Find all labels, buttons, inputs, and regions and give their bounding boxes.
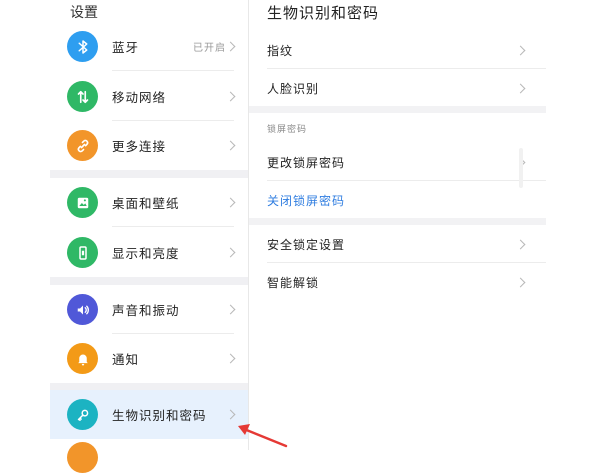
settings-item-desktop-wallpaper[interactable]: 桌面和壁纸	[50, 178, 248, 227]
settings-item-label: 声音和振动	[112, 303, 180, 318]
chevron-right-icon	[225, 140, 236, 151]
chevron-right-icon	[515, 45, 526, 55]
section-gap	[50, 277, 248, 285]
item-label: 指纹	[267, 43, 294, 58]
settings-item-display-brightness[interactable]: 显示和亮度	[50, 228, 248, 277]
settings-item-notifications[interactable]: 通知	[50, 334, 248, 383]
page-title: 生物识别和密码	[267, 4, 380, 22]
item-label: 人脸识别	[267, 81, 320, 96]
divider	[112, 70, 234, 71]
sound-icon	[67, 294, 98, 325]
chevron-right-icon	[515, 83, 526, 93]
next-item-icon	[67, 442, 98, 473]
annotation-arrow-icon	[238, 424, 288, 448]
item-label: 安全锁定设置	[267, 237, 346, 252]
chevron-right-icon	[225, 353, 236, 364]
face-recognition-item[interactable]: 人脸识别	[267, 69, 546, 107]
item-label: 关闭锁屏密码	[267, 193, 346, 208]
settings-item-label: 生物识别和密码	[112, 408, 207, 423]
settings-item-label: 桌面和壁纸	[112, 196, 180, 211]
settings-item-label: 蓝牙	[112, 40, 140, 55]
settings-item-label: 显示和亮度	[112, 246, 180, 261]
settings-item-label: 移动网络	[112, 90, 167, 105]
wallpaper-icon	[67, 187, 98, 218]
security-lock-settings-item[interactable]: 安全锁定设置	[267, 225, 546, 263]
link-icon	[67, 130, 98, 161]
chevron-right-icon	[225, 304, 236, 315]
bluetooth-icon	[67, 31, 98, 62]
divider	[112, 226, 234, 227]
settings-item-bluetooth[interactable]: 蓝牙 已开启	[50, 22, 248, 71]
section-header-lock-password: 锁屏密码	[267, 125, 308, 135]
chevron-right-icon	[225, 197, 236, 208]
settings-item-mobile-network[interactable]: 移动网络	[50, 72, 248, 121]
section-gap	[249, 218, 546, 225]
scroll-indicator	[519, 148, 523, 188]
mobile-data-icon	[67, 81, 98, 112]
biometrics-detail-pane: 生物识别和密码 指纹 人脸识别 锁屏密码 更改锁屏密码 关闭锁屏密码 安全锁定设…	[249, 0, 546, 450]
chevron-right-icon	[225, 91, 236, 102]
key-icon	[67, 399, 98, 430]
settings-item-sound-vibration[interactable]: 声音和振动	[50, 285, 248, 334]
settings-item-label: 更多连接	[112, 139, 167, 154]
section-gap	[249, 106, 546, 113]
settings-item-more-connections[interactable]: 更多连接	[50, 121, 248, 170]
settings-item-label: 通知	[112, 352, 140, 367]
change-lock-password-item[interactable]: 更改锁屏密码	[267, 143, 546, 181]
settings-list-pane: 设置 蓝牙 已开启 移动网络 更多连接 桌面和壁纸 显示和亮度 声音和振动 通知…	[50, 0, 248, 473]
chevron-right-icon	[515, 239, 526, 249]
display-icon	[67, 237, 98, 268]
item-label: 智能解锁	[267, 275, 320, 290]
chevron-right-icon	[225, 247, 236, 258]
section-gap	[50, 170, 248, 178]
smart-unlock-item[interactable]: 智能解锁	[267, 263, 546, 301]
settings-item-biometrics-password[interactable]: 生物识别和密码	[50, 390, 248, 439]
settings-title: 设置	[70, 5, 98, 21]
fingerprint-item[interactable]: 指纹	[267, 31, 546, 69]
item-label: 更改锁屏密码	[267, 155, 346, 170]
chevron-right-icon	[515, 277, 526, 287]
bluetooth-status: 已开启	[193, 43, 226, 54]
bell-icon	[67, 343, 98, 374]
chevron-right-icon	[225, 41, 236, 52]
disable-lock-password-link[interactable]: 关闭锁屏密码	[267, 181, 546, 219]
